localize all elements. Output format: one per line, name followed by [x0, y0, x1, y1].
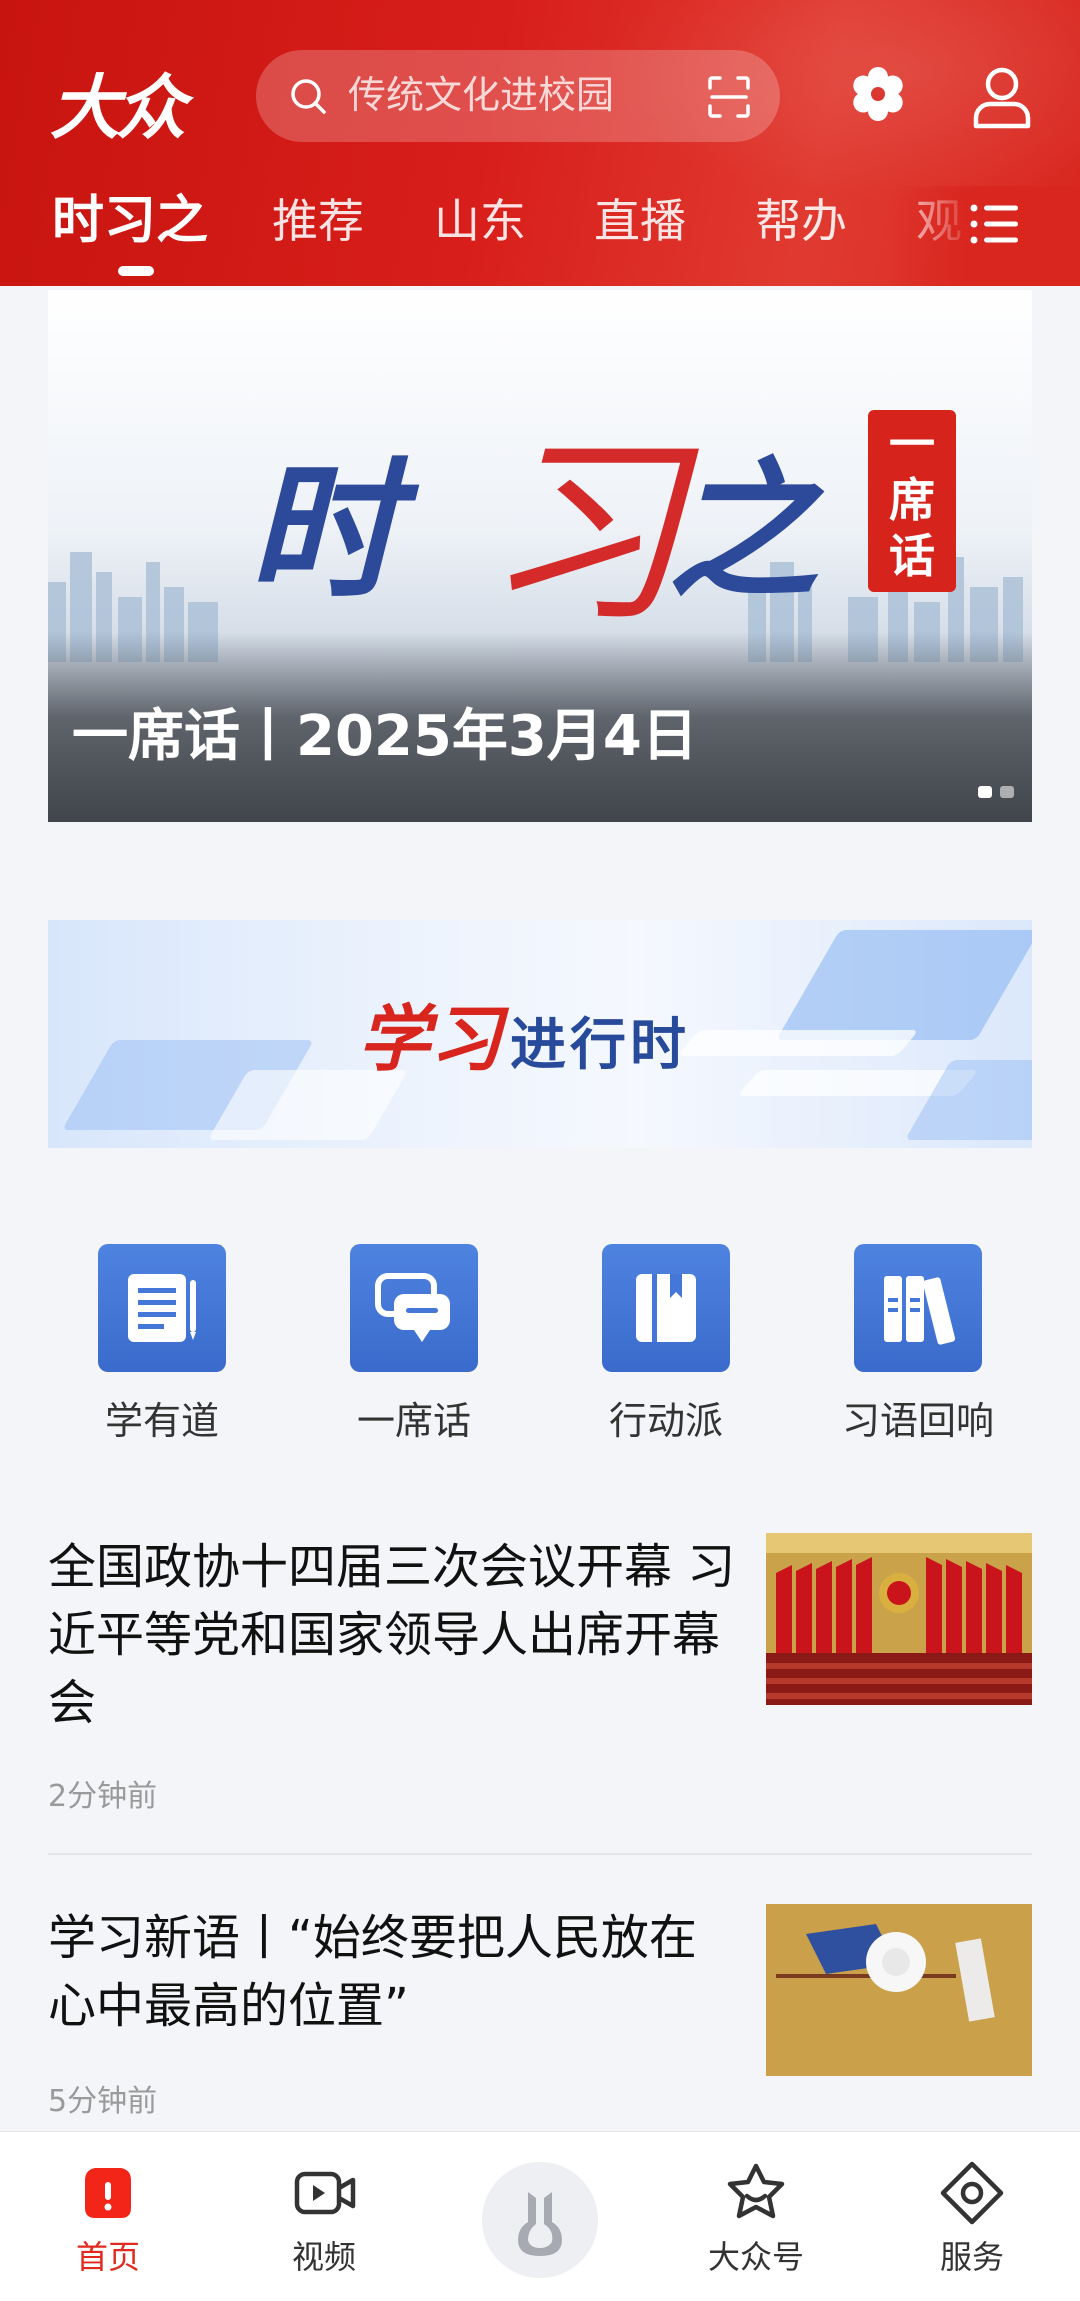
- tab-help[interactable]: 帮办: [755, 186, 847, 256]
- center-logo-icon: [518, 2192, 562, 2256]
- nav-home[interactable]: 首页: [38, 2160, 178, 2278]
- news-time: 5分钟前: [48, 2084, 158, 2119]
- news-divider: [48, 1853, 1032, 1855]
- video-icon: [294, 2171, 356, 2215]
- tab-recommend[interactable]: 推荐: [272, 186, 364, 256]
- carousel-dot-active[interactable]: [978, 786, 992, 798]
- shortcut-yixihua[interactable]: 一席话: [314, 1244, 514, 1445]
- tab-shandong[interactable]: 山东: [434, 186, 526, 256]
- search-placeholder: 传统文化进校园: [348, 73, 615, 117]
- news-thumbnail-illustration: [766, 1904, 1032, 2076]
- promo-title-part1: 学习: [358, 996, 503, 1081]
- nav-label: 首页: [75, 2238, 140, 2276]
- shortcut-label: 行动派: [608, 1399, 723, 1443]
- search-icon: [291, 79, 326, 114]
- chat-icon: [375, 1273, 450, 1342]
- channel-menu-icon[interactable]: [970, 204, 1020, 244]
- carousel-dot[interactable]: [1000, 786, 1014, 798]
- shortcut-label: 学有道: [104, 1399, 219, 1443]
- nav-label: 大众号: [707, 2238, 804, 2276]
- news-item[interactable]: 学习新语丨“始终要把人民放在心中最高的位置” 5分钟前: [48, 1904, 1032, 2124]
- shortcut-label: 习语回响: [841, 1399, 994, 1443]
- banner-title-char-2: 习: [483, 417, 684, 650]
- shortcut-xueyoudao[interactable]: 学有道: [62, 1244, 262, 1445]
- hero-banner[interactable]: 时 习 之 一席话 一席话丨2025年3月4日: [48, 290, 1032, 822]
- document-icon: [128, 1274, 196, 1342]
- news-title: 全国政协十四届三次会议开幕 习近平等党和国家领导人出席开幕会: [48, 1539, 736, 1731]
- home-icon: [85, 2168, 131, 2218]
- search-bar[interactable]: 传统文化进校园: [256, 50, 780, 142]
- star-icon: [727, 2163, 785, 2219]
- user-profile-icon[interactable]: [970, 64, 1034, 130]
- book-icon: [636, 1274, 696, 1342]
- service-icon: [940, 2161, 1004, 2225]
- shortcut-xiyuhuixiang[interactable]: 习语回响: [818, 1244, 1018, 1445]
- news-title: 学习新语丨“始终要把人民放在心中最高的位置”: [48, 1910, 697, 2034]
- scan-icon[interactable]: [706, 74, 752, 120]
- nav-label: 视频: [291, 2238, 356, 2276]
- promo-title-part2: 进行时: [510, 1013, 691, 1078]
- news-thumbnail-assembly-hall: [766, 1533, 1032, 1705]
- shortcut-label: 一席话: [356, 1399, 471, 1443]
- news-time: 2分钟前: [48, 1779, 158, 1814]
- nav-dazhonghao[interactable]: 大众号: [686, 2160, 826, 2278]
- bottom-navigation: 首页 视频 大众号 服务: [0, 2131, 1080, 2301]
- tab-shixizhi[interactable]: 时习之: [52, 186, 208, 256]
- banner-title-graphic: 时 习 之 一席话: [248, 370, 988, 650]
- shortcut-xingdongpai[interactable]: 行动派: [566, 1244, 766, 1445]
- news-item[interactable]: 全国政协十四届三次会议开幕 习近平等党和国家领导人出席开幕会 2分钟前: [48, 1533, 1032, 1814]
- nav-video[interactable]: 视频: [254, 2160, 394, 2278]
- nav-service[interactable]: 服务: [902, 2160, 1042, 2278]
- center-logo-button[interactable]: [482, 2162, 598, 2278]
- banner-seal: 一席话: [868, 410, 956, 592]
- banner-caption: 一席话丨2025年3月4日: [72, 704, 698, 769]
- study-promo-banner[interactable]: 学习 进行时: [48, 920, 1032, 1148]
- tab-live[interactable]: 直播: [594, 186, 686, 256]
- flower-settings-icon[interactable]: [848, 64, 908, 124]
- binders-icon: [884, 1276, 956, 1345]
- banner-title-char-3: 之: [668, 445, 819, 619]
- banner-title-char-1: 时: [248, 445, 398, 619]
- nav-label: 服务: [939, 2238, 1004, 2276]
- top-header: 大众 传统文化进校园 时习之 推荐 山东 直播 帮办 观: [0, 0, 1080, 286]
- active-tab-indicator: [118, 266, 154, 276]
- app-logo[interactable]: 大众: [50, 52, 186, 153]
- channel-tabs: 时习之 推荐 山东 直播 帮办 观: [0, 186, 1080, 286]
